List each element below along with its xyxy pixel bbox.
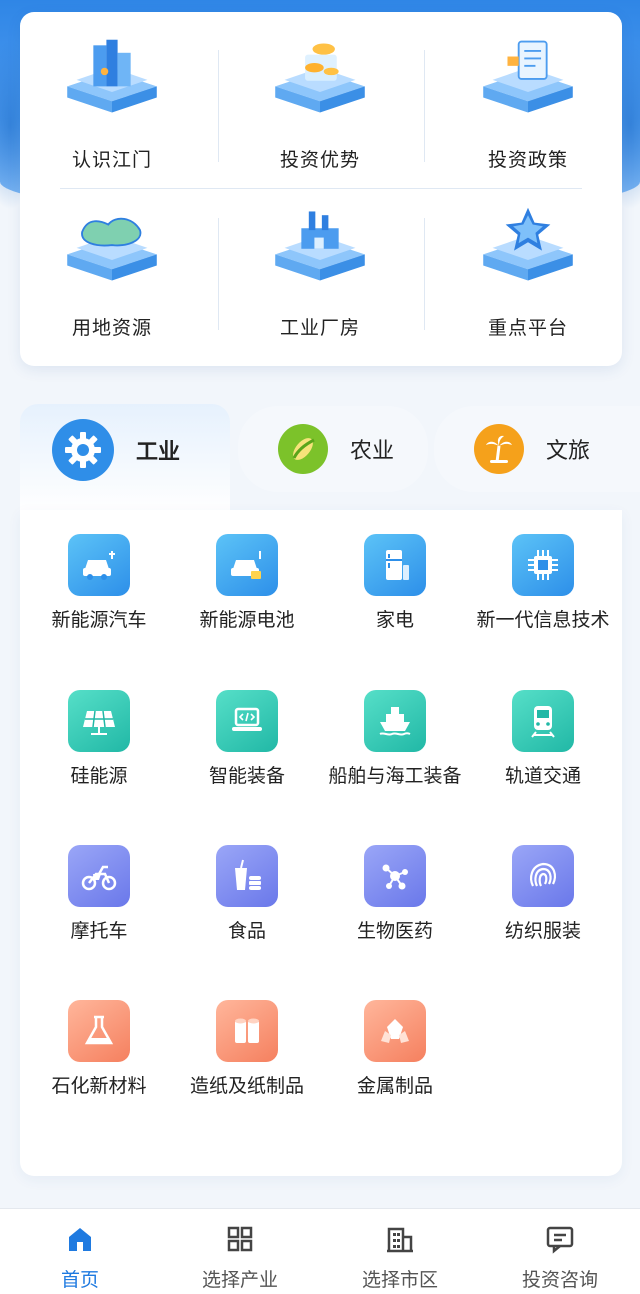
land-map-icon <box>67 217 157 281</box>
laptop-code-icon <box>216 690 278 752</box>
metal-ore-icon <box>364 1000 426 1062</box>
industry-item-petrochemical[interactable]: 石化新材料 <box>24 1000 174 1100</box>
factory-icon <box>275 211 365 281</box>
industry-label: 新一代信息技术 <box>476 609 610 631</box>
tab-agriculture[interactable]: 农业 <box>238 406 428 492</box>
quick-item-key-platforms[interactable]: 重点平台 <box>428 180 628 340</box>
food-drink-icon <box>216 845 278 907</box>
fabric-icon <box>512 845 574 907</box>
city-buildings-icon <box>67 39 157 113</box>
divider <box>424 50 425 162</box>
divider <box>424 218 425 330</box>
industry-label: 金属制品 <box>356 1075 433 1097</box>
nav-label: 首页 <box>60 1269 99 1291</box>
industry-item-it[interactable]: 新一代信息技术 <box>468 534 618 634</box>
nav-home[interactable]: 首页 <box>0 1223 160 1292</box>
industry-item-paper[interactable]: 造纸及纸制品 <box>172 1000 322 1100</box>
coins-icon <box>275 43 365 113</box>
industry-label: 造纸及纸制品 <box>189 1075 304 1097</box>
industry-item-biomedicine[interactable]: 生物医药 <box>320 845 470 945</box>
industry-label: 家电 <box>375 609 414 631</box>
industry-item-food[interactable]: 食品 <box>172 845 322 945</box>
tab-industry[interactable]: 工业 <box>20 404 230 514</box>
quick-item-industrial-plants[interactable]: 工业厂房 <box>220 180 420 340</box>
paper-rolls-icon <box>216 1000 278 1062</box>
nav-select-industry[interactable]: 选择产业 <box>160 1223 320 1292</box>
tab-culture-tourism[interactable]: 文旅 <box>434 406 640 492</box>
quick-item-know-jiangmen[interactable]: 认识江门 <box>12 12 212 172</box>
divider <box>218 50 219 162</box>
nav-investment-consult[interactable]: 投资咨询 <box>480 1223 640 1292</box>
building-icon <box>387 1227 413 1253</box>
industry-label: 新能源电池 <box>199 609 295 631</box>
tab-label: 农业 <box>350 439 395 464</box>
star-platform-icon <box>483 207 573 281</box>
industry-grid: 新能源汽车 新能源电池 家电 新一代信息技术 硅能源 智能装备 船舶与海工装备 … <box>20 510 622 1176</box>
quick-access-card: 认识江门 投资优势 投资政策 用地资源 工业厂房 重点平台 <box>20 12 622 366</box>
nav-select-district[interactable]: 选择市区 <box>320 1223 480 1292</box>
gear-icon <box>52 419 114 481</box>
divider <box>218 218 219 330</box>
quick-item-investment-policy[interactable]: 投资政策 <box>428 12 628 172</box>
chip-icon <box>512 534 574 596</box>
industry-item-motorcycle[interactable]: 摩托车 <box>24 845 174 945</box>
train-icon <box>512 690 574 752</box>
home-icon <box>69 1228 91 1251</box>
quick-item-investment-advantage[interactable]: 投资优势 <box>220 12 420 172</box>
industry-label: 生物医药 <box>356 920 433 942</box>
industry-label: 食品 <box>227 920 266 942</box>
molecule-icon <box>364 845 426 907</box>
nav-label: 选择产业 <box>201 1269 278 1291</box>
solar-panel-icon <box>68 690 130 752</box>
quick-item-label: 用地资源 <box>71 317 152 339</box>
industry-item-home-appliance[interactable]: 家电 <box>320 534 470 634</box>
policy-document-icon <box>483 40 573 113</box>
quick-item-land-resources[interactable]: 用地资源 <box>12 180 212 340</box>
industry-label: 新能源汽车 <box>51 609 147 631</box>
quick-item-label: 重点平台 <box>487 317 568 339</box>
industry-label: 智能装备 <box>208 765 285 787</box>
grid-icon <box>227 1226 253 1252</box>
flask-icon <box>68 1000 130 1062</box>
chat-icon <box>546 1226 574 1254</box>
industry-item-textile[interactable]: 纺织服装 <box>468 845 618 945</box>
quick-item-label: 投资政策 <box>487 149 568 171</box>
ev-car-icon <box>68 534 130 596</box>
category-tabs: 工业 农业 文旅 <box>20 404 640 514</box>
industry-label: 摩托车 <box>70 920 128 942</box>
industry-label: 纺织服装 <box>504 920 581 942</box>
nav-label: 投资咨询 <box>521 1269 598 1291</box>
nav-label: 选择市区 <box>361 1269 438 1291</box>
refrigerator-icon <box>364 534 426 596</box>
motorcycle-icon <box>68 845 130 907</box>
quick-item-label: 工业厂房 <box>279 317 360 339</box>
ship-icon <box>364 690 426 752</box>
quick-item-label: 认识江门 <box>71 149 152 171</box>
battery-car-icon <box>216 534 278 596</box>
industry-label: 硅能源 <box>70 765 128 787</box>
industry-item-smart-equipment[interactable]: 智能装备 <box>172 690 322 790</box>
bottom-navigation: 首页 选择产业 选择市区 投资咨询 <box>0 1208 640 1294</box>
corn-icon <box>278 424 328 474</box>
industry-label: 石化新材料 <box>51 1075 147 1097</box>
industry-item-silicon-energy[interactable]: 硅能源 <box>24 690 174 790</box>
industry-item-nev-battery[interactable]: 新能源电池 <box>172 534 322 634</box>
industry-label: 轨道交通 <box>504 765 581 787</box>
tab-label: 工业 <box>136 440 181 465</box>
industry-item-nev[interactable]: 新能源汽车 <box>24 534 174 634</box>
tab-label: 文旅 <box>546 439 591 464</box>
industry-item-shipbuilding[interactable]: 船舶与海工装备 <box>320 690 470 790</box>
industry-item-metal-products[interactable]: 金属制品 <box>320 1000 470 1100</box>
industry-label: 船舶与海工装备 <box>328 765 462 787</box>
palm-tree-icon <box>474 424 524 474</box>
quick-item-label: 投资优势 <box>279 149 360 171</box>
industry-item-rail-transit[interactable]: 轨道交通 <box>468 690 618 790</box>
